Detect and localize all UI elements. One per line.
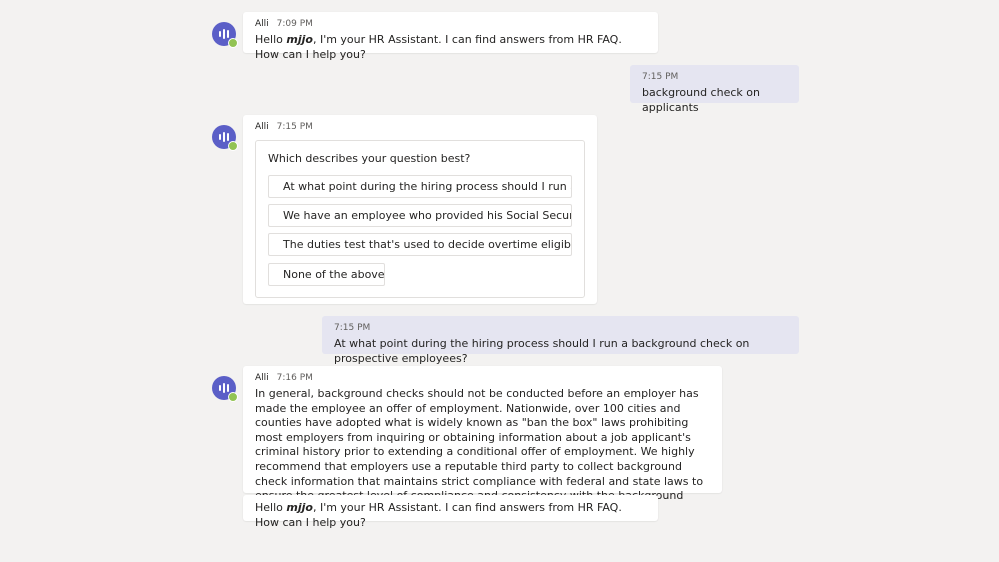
presence-available-icon [228,38,238,48]
card-question: Which describes your question best? [268,152,471,165]
presence-available-icon [228,141,238,151]
message-text: At what point during the hiring process … [334,337,750,365]
bot-message: Hello mjjo, I'm your HR Assistant. I can… [243,495,658,529]
option-button-hiring-process[interactable]: At what point during the hiring process … [268,175,572,198]
user-name: mjjo [286,501,313,514]
bot-message: Alli 7:09 PM Hello mjjo, I'm your HR Assi… [243,12,658,61]
user-message: 7:15 PM At what point during the hiring … [322,316,799,365]
options-card: Which describes your question best? At w… [255,140,585,298]
bot-avatar[interactable] [212,125,238,151]
message-time: 7:09 PM [276,19,313,29]
message-author: Alli [255,122,269,132]
message-author: Alli [255,19,269,29]
bot-avatar[interactable] [212,22,238,48]
message-time: 7:15 PM [334,323,371,333]
message-time: 7:15 PM [642,72,679,82]
option-button-none[interactable]: None of the above [268,263,385,286]
bot-avatar[interactable] [212,376,238,402]
presence-available-icon [228,392,238,402]
bot-logo-icon [219,383,229,393]
message-author: Alli [255,373,269,383]
message-time: 7:16 PM [276,373,313,383]
user-name: mjjo [286,33,313,46]
message-text: background check on applicants [642,86,760,114]
greeting-text: Hello [255,501,287,514]
option-button-duties-test[interactable]: The duties test that's used to decide ov… [268,233,572,256]
bot-message: Alli 7:16 PM In general, background check… [243,366,722,517]
message-time: 7:15 PM [276,122,313,132]
option-button-social-security[interactable]: We have an employee who provided his Soc… [268,204,572,227]
greeting-text: Hello [255,33,287,46]
bot-logo-icon [219,29,229,39]
bot-logo-icon [219,132,229,142]
user-message: 7:15 PM background check on applicants [630,65,799,114]
